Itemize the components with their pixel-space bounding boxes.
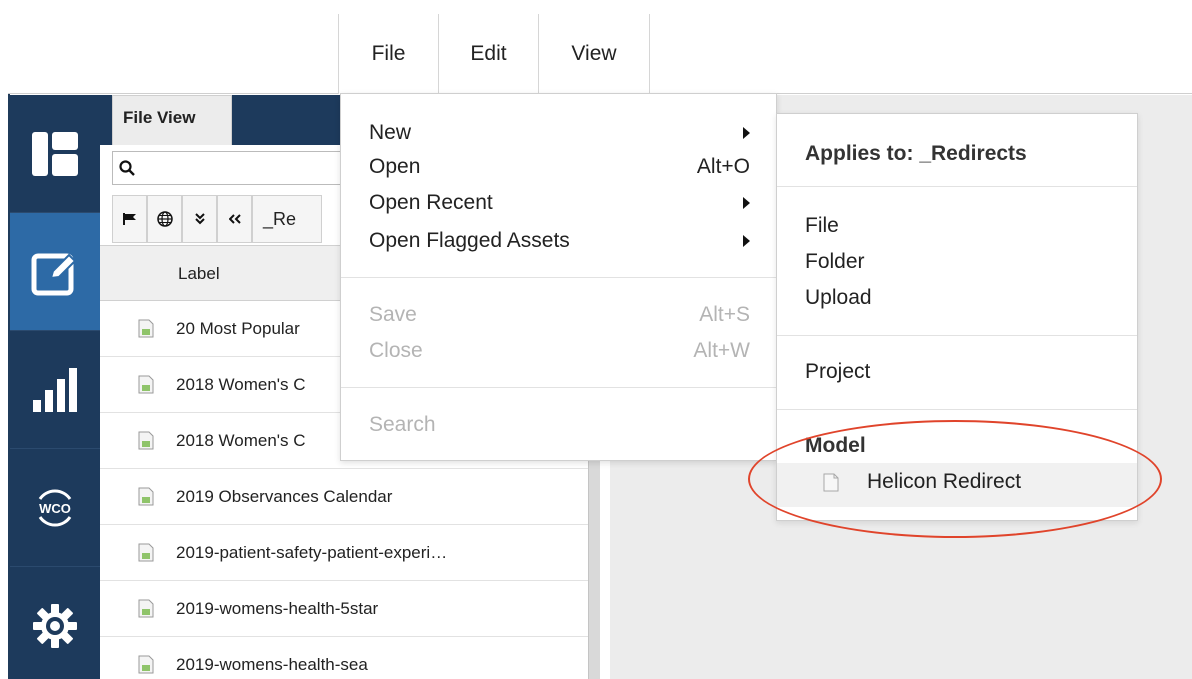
nav-wco[interactable]: WCO <box>10 449 100 567</box>
model-item-label: Helicon Redirect <box>867 470 1022 493</box>
menubar: File Edit View <box>8 14 1192 94</box>
row-label: 2018 Women's C <box>176 374 306 394</box>
submenu-applies-to: Applies to: _Redirects <box>805 142 1027 165</box>
back-button[interactable] <box>217 195 252 243</box>
menu-item-search[interactable]: Search <box>369 408 750 442</box>
menu-view[interactable]: View <box>538 14 650 94</box>
gear-icon <box>33 604 77 648</box>
document-icon <box>138 319 154 338</box>
row-label: 2019 Observances Calendar <box>176 486 393 506</box>
flag-button[interactable] <box>112 195 147 243</box>
menu-divider <box>341 387 776 388</box>
menu-item-save[interactable]: Save Alt+S <box>369 298 750 332</box>
breadcrumb[interactable]: _Re <box>252 195 322 243</box>
file-menu-dropdown: New Open Alt+O Open Recent Open Flagged … <box>340 93 777 461</box>
menu-item-label: Save <box>369 303 417 326</box>
new-file-item[interactable]: File <box>805 214 839 238</box>
new-upload-item[interactable]: Upload <box>805 286 872 310</box>
table-row[interactable]: 2019-womens-health-5star <box>100 581 588 637</box>
edit-icon <box>31 253 77 295</box>
row-label: 2018 Women's C <box>176 430 306 450</box>
menu-item-label: New <box>369 121 412 144</box>
search-icon <box>119 160 135 176</box>
document-icon <box>138 543 154 562</box>
new-folder-item[interactable]: Folder <box>805 250 865 274</box>
menu-divider <box>777 186 1137 187</box>
menu-file[interactable]: File <box>338 14 438 94</box>
document-icon <box>138 431 154 450</box>
menu-item-label: Open <box>369 155 421 178</box>
row-label: 2019-womens-health-5star <box>176 598 379 618</box>
row-label: 2019-womens-health-sea <box>176 654 368 674</box>
menu-divider <box>341 277 776 278</box>
menu-item-shortcut: Alt+W <box>693 339 750 362</box>
nav-reports[interactable] <box>10 331 100 449</box>
menu-item-close[interactable]: Close Alt+W <box>369 334 750 368</box>
collapse-button[interactable] <box>182 195 217 243</box>
flag-icon <box>122 213 136 225</box>
menu-divider <box>777 335 1137 336</box>
bar-chart-icon <box>33 367 77 412</box>
page-icon <box>823 473 839 491</box>
left-nav: WCO <box>10 95 100 679</box>
document-icon <box>138 487 154 506</box>
document-icon <box>138 655 154 674</box>
model-item-helicon-redirect[interactable]: Helicon Redirect <box>823 470 1021 494</box>
nav-settings[interactable] <box>10 567 100 679</box>
submenu-arrow-icon <box>743 197 750 209</box>
double-chevron-down-icon <box>194 213 205 225</box>
new-project-item[interactable]: Project <box>805 360 870 384</box>
table-row[interactable]: 2019 Observances Calendar <box>100 469 588 525</box>
menu-item-open-flagged[interactable]: Open Flagged Assets <box>369 224 750 258</box>
tab-file-view[interactable]: File View <box>112 95 232 145</box>
model-section-header: Model <box>805 434 866 457</box>
file-view-toolbar: _Re <box>112 195 322 243</box>
menu-item-shortcut: Alt+O <box>696 155 750 178</box>
submenu-arrow-icon <box>743 235 750 247</box>
menu-item-open[interactable]: Open Alt+O <box>369 150 750 184</box>
menu-divider <box>777 409 1137 410</box>
globe-icon <box>156 211 173 227</box>
site-button[interactable] <box>147 195 182 243</box>
dashboard-icon <box>32 131 78 176</box>
menu-item-label: Close <box>369 339 423 362</box>
table-row[interactable]: 2019-womens-health-sea <box>100 637 588 679</box>
wco-icon: WCO <box>38 489 72 526</box>
new-submenu: Applies to: _Redirects File Folder Uploa… <box>776 113 1138 521</box>
nav-edit[interactable] <box>10 213 100 331</box>
menu-edit[interactable]: Edit <box>438 14 538 94</box>
menu-item-label: Open Recent <box>369 191 493 214</box>
document-icon <box>138 599 154 618</box>
menu-item-open-recent[interactable]: Open Recent <box>369 186 750 220</box>
row-label: 20 Most Popular <box>176 318 300 338</box>
menu-item-new[interactable]: New <box>369 116 750 150</box>
table-row[interactable]: 2019-patient-safety-patient-experi… <box>100 525 588 581</box>
nav-dashboard[interactable] <box>10 95 100 213</box>
menu-item-label: Open Flagged Assets <box>369 229 570 252</box>
menu-item-shortcut: Alt+S <box>699 303 750 326</box>
row-label: 2019-patient-safety-patient-experi… <box>176 542 448 562</box>
double-chevron-left-icon <box>228 214 241 224</box>
menu-item-label: Search <box>369 413 436 436</box>
document-icon <box>138 375 154 394</box>
svg-text:WCO: WCO <box>39 501 71 516</box>
submenu-arrow-icon <box>743 127 750 139</box>
